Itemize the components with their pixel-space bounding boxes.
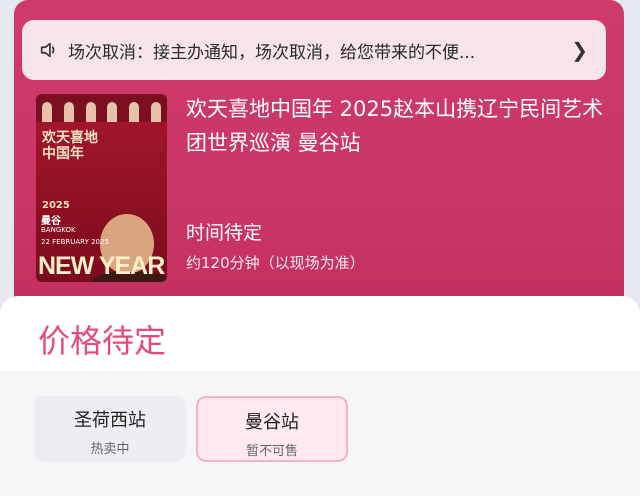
poster-city: 曼谷 — [41, 216, 61, 227]
speaker-icon — [40, 42, 55, 58]
price-label: 价格待定 — [38, 322, 167, 360]
ticket-sheet: 价格待定 圣荷西站 热卖中 曼谷站 暂不可售 — [0, 296, 640, 496]
session-name: 曼谷站 — [245, 412, 299, 433]
session-option-bangkok[interactable]: 曼谷站 暂不可售 — [196, 396, 348, 462]
event-time: 时间待定 — [186, 222, 263, 244]
event-poster-image[interactable]: 欢天喜地中国年 2025 曼谷 BANGKOK 22 FEBRUARY 2025… — [36, 94, 167, 282]
poster-performer-strip — [36, 94, 167, 122]
poster-date: 22 FEBRUARY 2025 — [41, 238, 109, 246]
cancellation-notice-bar[interactable]: 场次取消：接主办通知，场次取消，给您带来的不便... ❯ — [22, 20, 606, 80]
poster-title: 欢天喜地中国年 — [42, 130, 98, 162]
session-selector: 圣荷西站 热卖中 曼谷站 暂不可售 — [0, 370, 640, 496]
session-status: 暂不可售 — [245, 444, 298, 459]
session-option-san-jose[interactable]: 圣荷西站 热卖中 — [34, 396, 186, 462]
session-name: 圣荷西站 — [74, 410, 146, 431]
notice-text: 场次取消：接主办通知，场次取消，给您带来的不便... — [68, 42, 476, 63]
session-status: 热卖中 — [90, 442, 130, 457]
event-title: 欢天喜地中国年 2025赵本山携辽宁民间艺术团世界巡演 曼谷站 — [186, 97, 604, 155]
poster-year: 2025 — [42, 200, 70, 211]
poster-banner: NEW YEAR — [38, 252, 165, 280]
event-duration: 约120分钟（以现场为准） — [186, 254, 365, 272]
chevron-right-icon[interactable]: ❯ — [571, 38, 588, 62]
poster-city-en: BANGKOK — [41, 226, 76, 234]
